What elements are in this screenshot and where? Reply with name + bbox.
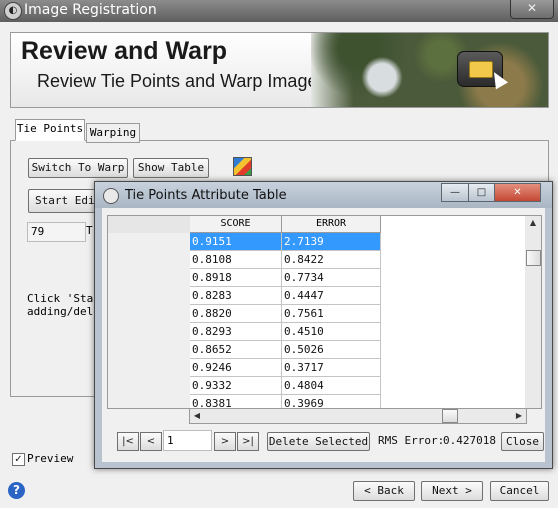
tie-point-count-field: 79 [27, 222, 86, 242]
rms-error-label: RMS Error: [378, 434, 445, 447]
back-button[interactable]: < Back [353, 481, 415, 501]
window-title: Image Registration [24, 2, 157, 18]
row-header[interactable] [108, 395, 190, 408]
row-header[interactable] [108, 323, 190, 342]
instruction-text: Click 'Star adding/dele [27, 292, 97, 318]
help-icon[interactable]: ? [8, 482, 25, 499]
column-header-score[interactable]: SCORE [190, 216, 282, 233]
row-header[interactable] [108, 287, 190, 306]
row-header[interactable] [108, 359, 190, 378]
scrollbar-thumb[interactable] [442, 409, 458, 423]
attribute-table[interactable]: SCORE ERROR 0.9151 2.7139 0.8108 0.8422 0.89… [107, 215, 527, 409]
scroll-left-icon[interactable]: ◀ [190, 409, 204, 423]
dialog-title: Tie Points Attribute Table [125, 188, 287, 203]
next-button[interactable]: Next > [421, 481, 483, 501]
table-cell-error[interactable]: 0.3969 [282, 395, 381, 408]
table-cell-score[interactable]: 0.8283 [190, 287, 282, 305]
switch-to-warp-button[interactable]: Switch To Warp [28, 158, 128, 178]
table-cell-score[interactable]: 0.8652 [190, 341, 282, 359]
row-header[interactable] [108, 377, 190, 396]
table-cell-score[interactable]: 0.8820 [190, 305, 282, 323]
preview-checkbox[interactable]: ✓ [12, 453, 25, 466]
table-cell-score[interactable]: 0.9246 [190, 359, 282, 377]
row-header[interactable] [108, 305, 190, 324]
next-record-button[interactable]: > [214, 432, 236, 451]
scrollbar-thumb[interactable] [526, 250, 541, 266]
table-cell-error[interactable]: 0.7734 [282, 269, 381, 287]
table-cell-error[interactable]: 0.5026 [282, 341, 381, 359]
window-close-button[interactable]: ✕ [510, 0, 554, 19]
table-cell-error[interactable]: 0.3717 [282, 359, 381, 377]
row-header[interactable] [108, 233, 190, 252]
delete-selected-button[interactable]: Delete Selected [267, 432, 370, 451]
tie-points-table-dialog: Tie Points Attribute Table — □ ✕ SCORE E… [94, 181, 553, 469]
dialog-body: SCORE ERROR 0.9151 2.7139 0.8108 0.8422 0.89… [102, 208, 545, 462]
table-cell-score[interactable]: 0.8918 [190, 269, 282, 287]
page-subtitle: Review Tie Points and Warp Image [37, 71, 318, 91]
record-number-input[interactable]: 1 [163, 430, 212, 451]
header-banner: Review and Warp Review Tie Points and Wa… [10, 32, 549, 108]
table-cell-score[interactable]: 0.8108 [190, 251, 282, 269]
scroll-right-icon[interactable]: ▶ [512, 409, 526, 423]
column-header-error[interactable]: ERROR [282, 216, 381, 233]
rms-error-value: 0.427018 [443, 434, 496, 447]
table-cell-score[interactable]: 0.8293 [190, 323, 282, 341]
row-header[interactable] [108, 269, 190, 288]
table-cell-score[interactable]: 0.9151 [190, 233, 282, 251]
dialog-title-bar[interactable]: Tie Points Attribute Table — □ ✕ [95, 182, 552, 208]
app-icon: ◐ [4, 2, 22, 20]
table-cell-score[interactable]: 0.9332 [190, 377, 282, 395]
show-table-button[interactable]: Show Table [133, 158, 209, 178]
tab-warping[interactable]: Warping [86, 123, 140, 143]
table-cell-score[interactable]: 0.8381 [190, 395, 282, 408]
row-header[interactable] [108, 341, 190, 360]
preview-label: Preview [27, 452, 74, 465]
horizontal-scrollbar[interactable]: ◀ ▶ [189, 408, 527, 424]
last-record-button[interactable]: >| [237, 432, 259, 451]
vertical-scrollbar[interactable]: ▲ [525, 215, 542, 409]
satellite-image [311, 33, 548, 107]
scroll-up-icon[interactable]: ▲ [525, 216, 541, 230]
table-cell-error[interactable]: 0.7561 [282, 305, 381, 323]
minimize-button[interactable]: — [441, 183, 469, 202]
table-cell-error[interactable]: 0.4510 [282, 323, 381, 341]
dialog-close-icon-button[interactable]: ✕ [494, 183, 541, 202]
title-bar[interactable]: ◐ Image Registration ✕ [0, 0, 558, 22]
cancel-button[interactable]: Cancel [490, 481, 549, 501]
dialog-app-icon [103, 188, 119, 204]
tie-point-count-label: T [86, 224, 93, 237]
table-cell-error[interactable]: 0.4804 [282, 377, 381, 395]
close-button[interactable]: Close [501, 432, 544, 451]
table-cell-error[interactable]: 2.7139 [282, 233, 381, 251]
table-cell-error[interactable]: 0.4447 [282, 287, 381, 305]
color-picker-icon[interactable] [233, 157, 252, 176]
row-header[interactable] [108, 251, 190, 270]
previous-record-button[interactable]: < [140, 432, 162, 451]
table-cell-error[interactable]: 0.8422 [282, 251, 381, 269]
first-record-button[interactable]: |< [117, 432, 139, 451]
page-title: Review and Warp [21, 37, 228, 65]
tab-tie-points[interactable]: Tie Points [15, 119, 85, 141]
maximize-button[interactable]: □ [468, 183, 495, 202]
